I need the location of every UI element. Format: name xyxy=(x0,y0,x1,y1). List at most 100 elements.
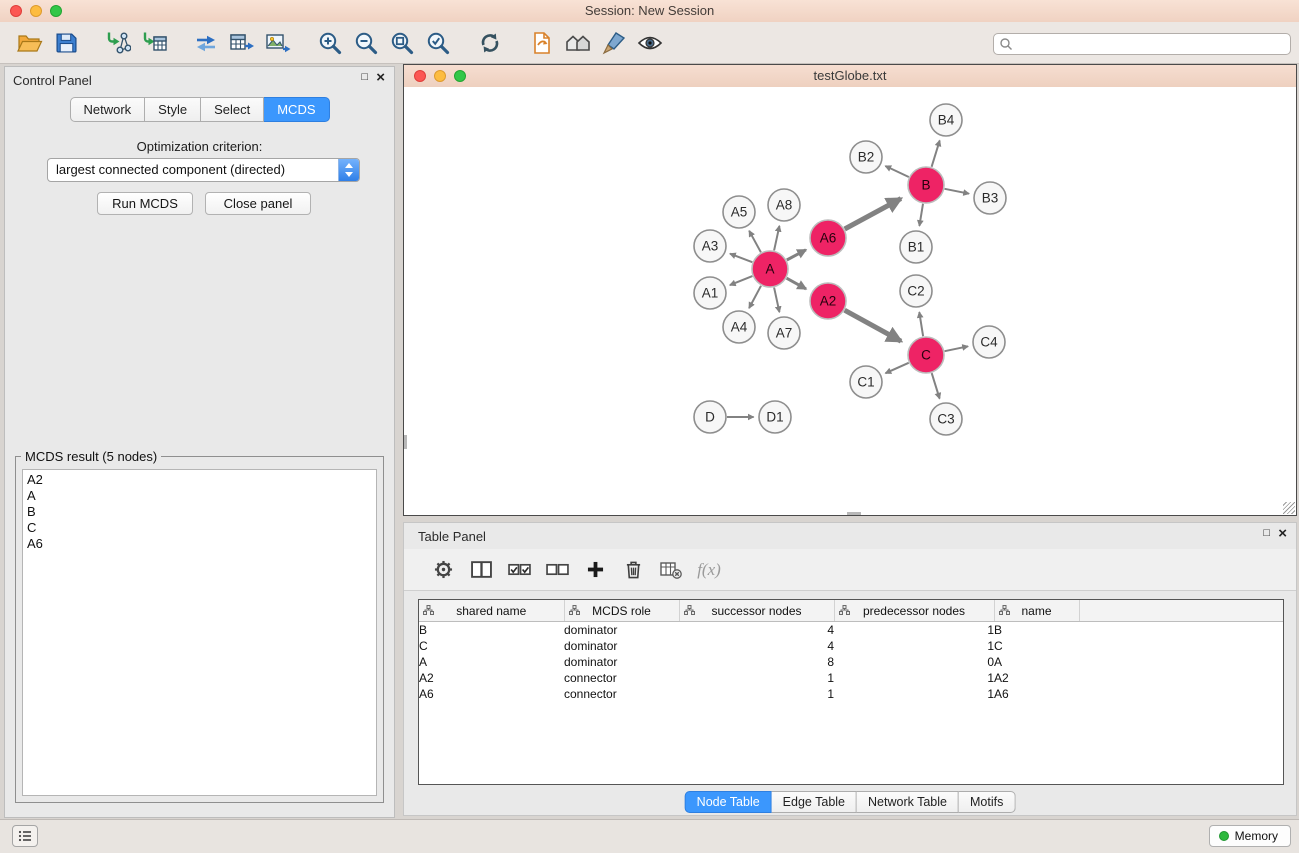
function-builder-button[interactable]: f(x) xyxy=(690,554,728,586)
graph-edge-A-A6[interactable] xyxy=(787,250,806,260)
graph-edge-C-C2[interactable] xyxy=(919,312,923,336)
graph-edge-A-A2[interactable] xyxy=(787,278,806,289)
select-all-button[interactable] xyxy=(500,554,538,586)
delete-table-button[interactable] xyxy=(652,554,690,586)
refresh-view-button[interactable] xyxy=(472,27,508,59)
vertical-scrollbar-stub[interactable] xyxy=(404,435,407,449)
zoom-in-button[interactable] xyxy=(312,27,348,59)
export-network-button[interactable] xyxy=(188,27,224,59)
graph-node-A5[interactable]: A5 xyxy=(723,196,755,228)
tab-edge-table[interactable]: Edge Table xyxy=(772,791,857,813)
graph-node-C[interactable]: C xyxy=(908,337,944,373)
dropdown-stepper-icon[interactable] xyxy=(338,159,359,181)
result-item[interactable]: C xyxy=(23,520,376,536)
graph-node-A1[interactable]: A1 xyxy=(694,277,726,309)
graph-edge-A-A5[interactable] xyxy=(749,231,761,253)
network-canvas[interactable]: B4B2BB3A5A8A6B1A3AC2A1A2A4A7CC4C1C3DD1 xyxy=(404,87,1296,515)
import-network-button[interactable] xyxy=(100,27,136,59)
graph-edge-B-B4[interactable] xyxy=(932,141,940,167)
resize-grip[interactable] xyxy=(1283,502,1295,514)
open-network-file-button[interactable] xyxy=(524,27,560,59)
table-settings-button[interactable] xyxy=(424,554,462,586)
graph-edge-A6-B[interactable] xyxy=(845,199,901,229)
table-close-icon[interactable]: × xyxy=(1278,526,1287,541)
show-columns-button[interactable] xyxy=(462,554,500,586)
save-session-button[interactable] xyxy=(48,27,84,59)
graph-node-C1[interactable]: C1 xyxy=(850,366,882,398)
tab-node-table[interactable]: Node Table xyxy=(685,791,772,813)
network-graph[interactable]: B4B2BB3A5A8A6B1A3AC2A1A2A4A7CC4C1C3DD1 xyxy=(404,87,1296,515)
graph-edge-B-B2[interactable] xyxy=(885,166,908,177)
zoom-fit-button[interactable] xyxy=(384,27,420,59)
tab-mcds[interactable]: MCDS xyxy=(264,97,329,122)
table-row[interactable]: A6connector11A6 xyxy=(419,686,1283,702)
run-mcds-button[interactable]: Run MCDS xyxy=(97,192,193,215)
tab-network[interactable]: Network xyxy=(69,97,145,122)
float-panel-icon[interactable]: □ xyxy=(361,70,368,85)
graph-edge-A-A4[interactable] xyxy=(749,286,761,308)
open-session-button[interactable] xyxy=(12,27,48,59)
close-panel-icon[interactable]: × xyxy=(376,70,385,85)
table-row[interactable]: Bdominator41B xyxy=(419,622,1283,639)
import-table-button[interactable] xyxy=(136,27,172,59)
graph-node-B1[interactable]: B1 xyxy=(900,231,932,263)
graph-node-A4[interactable]: A4 xyxy=(723,311,755,343)
home-networks-button[interactable] xyxy=(560,27,596,59)
graph-edge-C-C4[interactable] xyxy=(945,346,968,351)
graph-node-A6[interactable]: A6 xyxy=(810,220,846,256)
column-header-predecessor-nodes[interactable]: predecessor nodes xyxy=(834,600,994,622)
mcds-result-list[interactable]: A2ABCA6 xyxy=(22,469,377,796)
select-none-button[interactable] xyxy=(538,554,576,586)
graph-edge-C-C3[interactable] xyxy=(932,373,940,399)
result-item[interactable]: A6 xyxy=(23,536,376,552)
zoom-selected-button[interactable] xyxy=(420,27,456,59)
graph-node-B4[interactable]: B4 xyxy=(930,104,962,136)
export-table-button[interactable] xyxy=(224,27,260,59)
apply-style-button[interactable] xyxy=(596,27,632,59)
table-row[interactable]: Cdominator41C xyxy=(419,638,1283,654)
graph-edge-A-A8[interactable] xyxy=(774,226,779,251)
add-row-button[interactable] xyxy=(576,554,614,586)
graph-node-A8[interactable]: A8 xyxy=(768,189,800,221)
graph-edge-B-B3[interactable] xyxy=(945,189,969,194)
graph-node-A[interactable]: A xyxy=(752,251,788,287)
graph-node-A2[interactable]: A2 xyxy=(810,283,846,319)
column-header-successor-nodes[interactable]: successor nodes xyxy=(679,600,834,622)
tab-network-table[interactable]: Network Table xyxy=(857,791,959,813)
tab-select[interactable]: Select xyxy=(201,97,264,122)
export-image-button[interactable] xyxy=(260,27,296,59)
tab-motifs[interactable]: Motifs xyxy=(959,791,1015,813)
graph-edge-A-A7[interactable] xyxy=(774,288,779,313)
graph-node-B[interactable]: B xyxy=(908,167,944,203)
graph-edge-A2-C[interactable] xyxy=(845,310,901,341)
graph-node-D1[interactable]: D1 xyxy=(759,401,791,433)
graph-node-C2[interactable]: C2 xyxy=(900,275,932,307)
graph-node-A3[interactable]: A3 xyxy=(694,230,726,262)
column-header-MCDS-role[interactable]: MCDS role xyxy=(564,600,679,622)
column-header-name[interactable]: name xyxy=(994,600,1079,622)
result-item[interactable]: B xyxy=(23,504,376,520)
table-row[interactable]: A2connector11A2 xyxy=(419,670,1283,686)
result-item[interactable]: A2 xyxy=(23,472,376,488)
graph-node-C3[interactable]: C3 xyxy=(930,403,962,435)
task-history-button[interactable] xyxy=(12,825,38,847)
graph-edge-A-A3[interactable] xyxy=(730,254,752,263)
graph-node-D[interactable]: D xyxy=(694,401,726,433)
table-row[interactable]: Adominator80A xyxy=(419,654,1283,670)
graph-node-C4[interactable]: C4 xyxy=(973,326,1005,358)
delete-rows-button[interactable] xyxy=(614,554,652,586)
criterion-dropdown[interactable]: largest connected component (directed) xyxy=(47,158,360,182)
search-field[interactable] xyxy=(993,33,1291,55)
tab-style[interactable]: Style xyxy=(145,97,201,122)
table-float-icon[interactable]: □ xyxy=(1263,526,1270,541)
result-item[interactable]: A xyxy=(23,488,376,504)
graph-edge-A-A1[interactable] xyxy=(730,276,753,285)
graph-node-B2[interactable]: B2 xyxy=(850,141,882,173)
column-header-shared-name[interactable]: shared name xyxy=(419,600,564,622)
horizontal-scrollbar-stub[interactable] xyxy=(847,512,861,515)
zoom-out-button[interactable] xyxy=(348,27,384,59)
show-hide-button[interactable] xyxy=(632,27,668,59)
close-panel-button[interactable]: Close panel xyxy=(205,192,311,215)
graph-edge-B-B1[interactable] xyxy=(919,204,923,226)
graph-node-A7[interactable]: A7 xyxy=(768,317,800,349)
